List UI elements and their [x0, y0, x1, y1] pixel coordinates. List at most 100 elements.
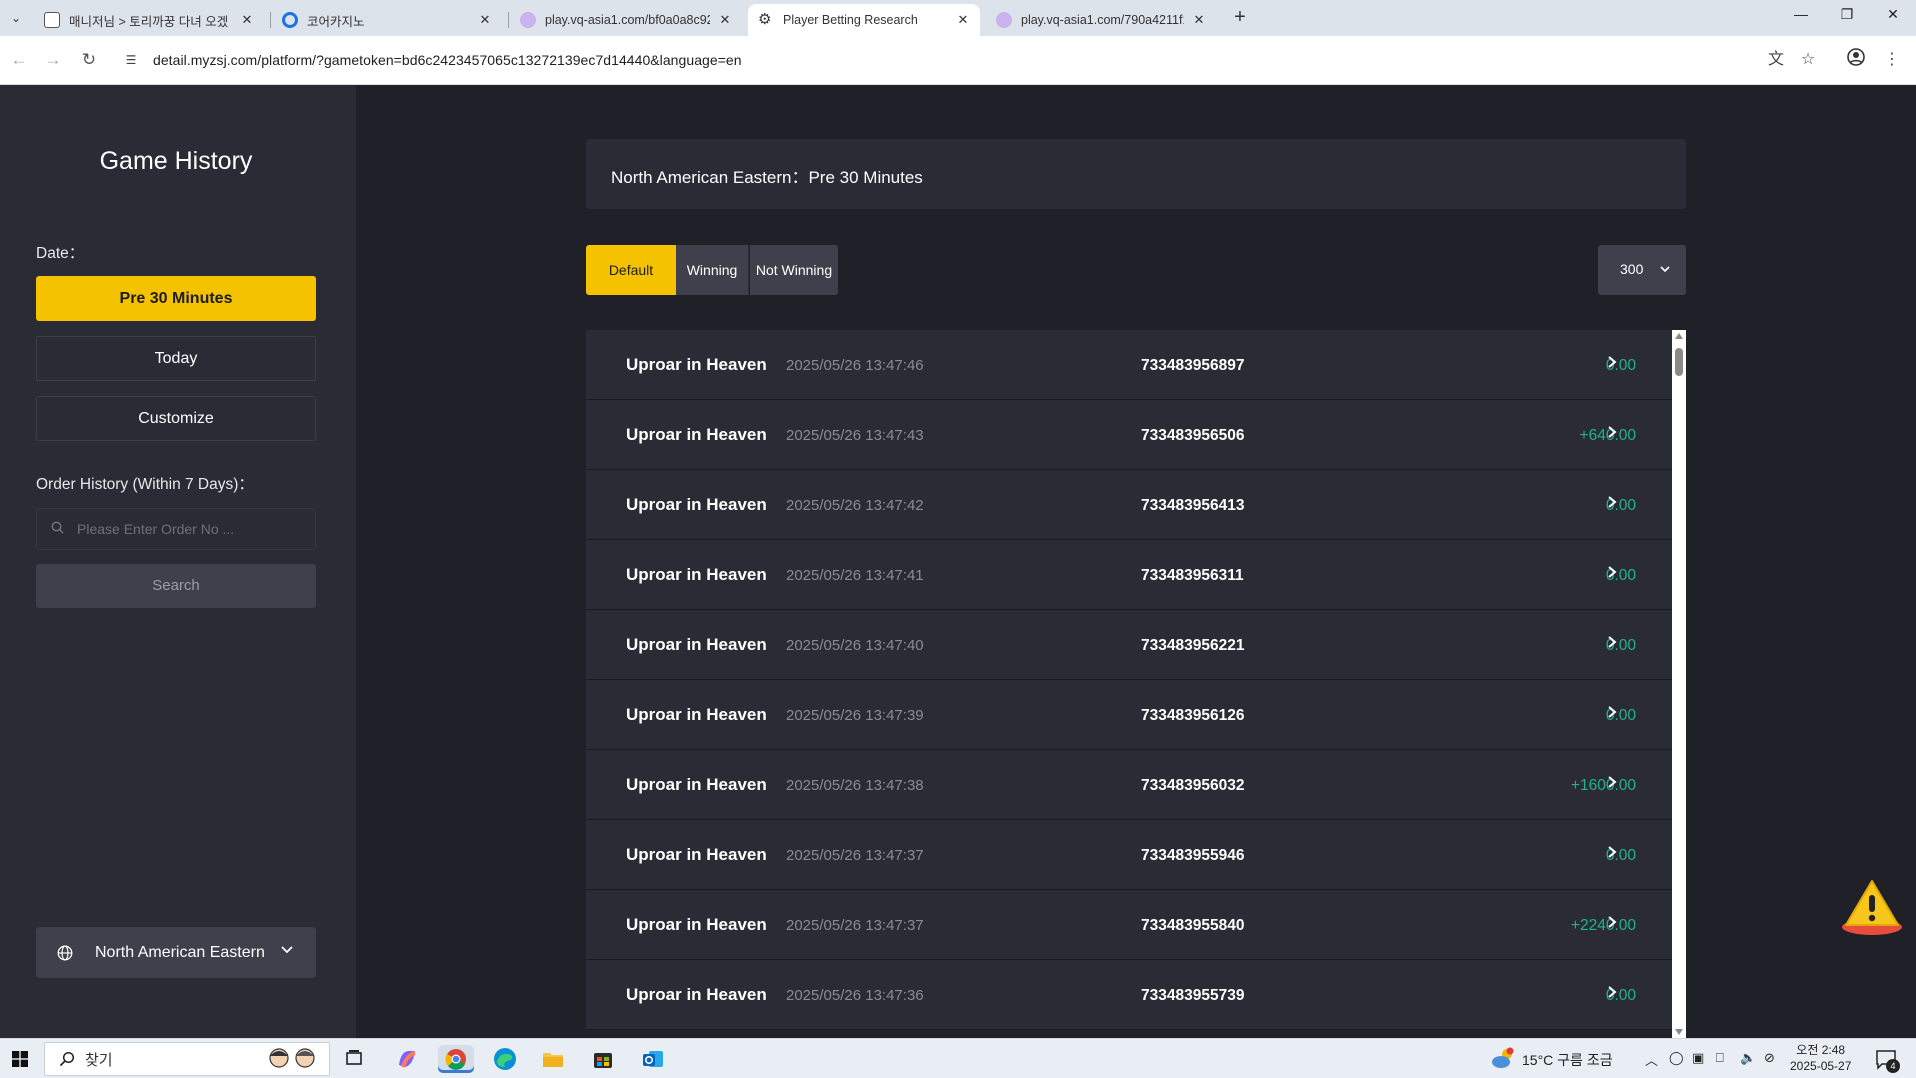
- warning-icon[interactable]: [1840, 875, 1904, 939]
- table-row[interactable]: Uproar in Heaven 2025/05/26 13:47:42 73348…: [586, 470, 1672, 540]
- win-amount: 0.00: [1605, 707, 1636, 724]
- order-number-input[interactable]: [77, 521, 297, 537]
- search-button[interactable]: Search: [36, 564, 316, 608]
- outlook-icon[interactable]: [639, 1045, 667, 1073]
- filter-tab-not-winning[interactable]: Not Winning: [750, 245, 838, 295]
- bet-time: 2025/05/26 13:47:39: [786, 707, 924, 724]
- show-hidden-icons-chevron-icon[interactable]: ︿: [1645, 1050, 1658, 1069]
- table-row[interactable]: Uproar in Heaven 2025/05/26 13:47:46 73348…: [586, 330, 1672, 400]
- browser-tab-1[interactable]: 매니저님 > 토리까꿍 다녀 오겠 ✕: [34, 4, 264, 36]
- tab-title: play.vq-asia1.com/790a4211f1: [1021, 13, 1184, 27]
- chrome-taskbar-icon[interactable]: [438, 1045, 474, 1073]
- table-row[interactable]: Uproar in Heaven 2025/05/26 13:47:36 73348…: [586, 960, 1672, 1030]
- weather-text[interactable]: 15°C 구름 조금: [1522, 1050, 1613, 1070]
- timezone-select[interactable]: North American Eastern: [36, 927, 316, 978]
- search-icon: [51, 521, 69, 537]
- windows-start-icon[interactable]: [12, 1051, 28, 1067]
- site-info-icon[interactable]: ☰: [122, 51, 140, 69]
- table-row[interactable]: Uproar in Heaven 2025/05/26 13:47:38 73348…: [586, 750, 1672, 820]
- table-row[interactable]: Uproar in Heaven 2025/05/26 13:47:43 73348…: [586, 400, 1672, 470]
- list-scrollbar[interactable]: [1672, 330, 1686, 1038]
- tray-status-icon[interactable]: ⊘: [1764, 1050, 1775, 1066]
- window-close-icon[interactable]: ✕: [1878, 6, 1908, 23]
- browser-tab-strip: ⌄ 매니저님 > 토리까꿍 다녀 오겠 ✕ 코어카지노 ✕ play.vq-as…: [0, 0, 1916, 36]
- date-option-customize[interactable]: Customize: [36, 396, 316, 441]
- notification-center-icon[interactable]: 4: [1874, 1047, 1900, 1073]
- filter-tab-winning[interactable]: Winning: [676, 245, 749, 295]
- bookmark-star-icon[interactable]: ☆: [1796, 48, 1820, 72]
- page-size-select[interactable]: 300: [1598, 245, 1686, 295]
- tab-title: Player Betting Research: [783, 13, 918, 27]
- close-tab-icon[interactable]: ✕: [240, 12, 254, 28]
- game-name: Uproar in Heaven: [626, 495, 767, 514]
- scrollbar-thumb[interactable]: [1675, 348, 1683, 376]
- tab-search-chevron-icon[interactable]: ⌄: [6, 8, 26, 28]
- search-icon: [59, 1051, 75, 1067]
- weather-cloud-icon[interactable]: [1490, 1047, 1516, 1071]
- address-bar[interactable]: detail.myzsj.com/platform/?gametoken=bd6…: [153, 52, 742, 68]
- task-view-icon[interactable]: [340, 1045, 368, 1073]
- chevron-right-icon[interactable]: [1606, 635, 1618, 649]
- browser-tab-2[interactable]: 코어카지노 ✕: [272, 4, 502, 36]
- copilot-icon[interactable]: [393, 1045, 421, 1073]
- chevron-right-icon[interactable]: [1606, 565, 1618, 579]
- table-row[interactable]: Uproar in Heaven 2025/05/26 13:47:37 73348…: [586, 890, 1672, 960]
- chevron-right-icon[interactable]: [1606, 845, 1618, 859]
- chevron-right-icon[interactable]: [1606, 495, 1618, 509]
- translate-icon[interactable]: 文: [1764, 48, 1788, 72]
- back-arrow-icon[interactable]: ←: [8, 49, 30, 71]
- chevron-right-icon[interactable]: [1606, 705, 1618, 719]
- close-tab-icon[interactable]: ✕: [478, 12, 492, 28]
- order-search-field[interactable]: [36, 508, 316, 550]
- close-tab-icon[interactable]: ✕: [956, 12, 970, 28]
- sidebar: Game History Date： Pre 30 Minutes Today …: [0, 85, 356, 1038]
- scroll-up-arrow-icon[interactable]: [1675, 333, 1683, 339]
- browser-tab-3[interactable]: play.vq-asia1.com/bf0a0a8c92 ✕: [510, 4, 742, 36]
- tray-monitor-icon[interactable]: ▣: [1692, 1050, 1704, 1066]
- date-label: Date：: [36, 245, 85, 262]
- browser-tab-4[interactable]: ⚙ Player Betting Research ✕: [748, 4, 980, 36]
- table-row[interactable]: Uproar in Heaven 2025/05/26 13:47:41 73348…: [586, 540, 1672, 610]
- chevron-right-icon[interactable]: [1606, 985, 1618, 999]
- close-tab-icon[interactable]: ✕: [1192, 12, 1206, 28]
- bet-record-list: Uproar in Heaven 2025/05/26 13:47:46 73348…: [586, 330, 1672, 1038]
- browser-tab-5[interactable]: play.vq-asia1.com/790a4211f1 ✕: [986, 4, 1216, 36]
- reload-icon[interactable]: ↻: [78, 49, 100, 71]
- tray-app-icon[interactable]: ◯: [1669, 1050, 1684, 1066]
- restore-icon[interactable]: ❐: [1832, 6, 1862, 23]
- network-icon[interactable]: ⎕: [1716, 1050, 1724, 1066]
- filter-tab-default[interactable]: Default: [586, 245, 676, 295]
- minimize-icon[interactable]: —: [1786, 6, 1816, 22]
- microsoft-store-icon[interactable]: [589, 1045, 617, 1073]
- scroll-down-arrow-icon[interactable]: [1675, 1029, 1683, 1035]
- profile-icon[interactable]: [1844, 48, 1868, 72]
- volume-icon[interactable]: 🔈: [1740, 1050, 1756, 1066]
- table-row[interactable]: Uproar in Heaven 2025/05/26 13:47:37 73348…: [586, 820, 1672, 890]
- tab-title: 매니저님 > 토리까꿍 다녀 오겠: [69, 14, 229, 29]
- tab-separator: [508, 12, 509, 28]
- table-row[interactable]: Uproar in Heaven 2025/05/26 13:47:39 73348…: [586, 680, 1672, 750]
- browser-menu-icon[interactable]: ⋮: [1880, 48, 1904, 72]
- win-amount: +2240.00: [1570, 917, 1636, 934]
- bet-time: 2025/05/26 13:47:36: [786, 987, 924, 1004]
- new-tab-button[interactable]: +: [1229, 6, 1251, 29]
- order-number: 733483956311: [1141, 567, 1244, 584]
- close-tab-icon[interactable]: ✕: [718, 12, 732, 28]
- table-row[interactable]: Uproar in Heaven 2025/05/26 13:47:40 73348…: [586, 610, 1672, 680]
- tab-title: 코어카지노: [307, 14, 365, 29]
- win-amount: +1600.00: [1570, 777, 1636, 794]
- taskbar-clock[interactable]: 오전 2:48 2025-05-27: [1790, 1042, 1851, 1074]
- win-amount: 0.00: [1605, 637, 1636, 654]
- game-name: Uproar in Heaven: [626, 985, 767, 1004]
- chevron-right-icon[interactable]: [1606, 915, 1618, 929]
- date-option-today[interactable]: Today: [36, 336, 316, 381]
- date-option-pre-30-minutes[interactable]: Pre 30 Minutes: [36, 276, 316, 321]
- game-name: Uproar in Heaven: [626, 915, 767, 934]
- chevron-right-icon[interactable]: [1606, 355, 1618, 369]
- edge-icon[interactable]: [491, 1045, 519, 1073]
- chevron-right-icon[interactable]: [1606, 775, 1618, 789]
- forward-arrow-icon[interactable]: →: [42, 49, 64, 71]
- file-explorer-icon[interactable]: [539, 1045, 567, 1073]
- taskbar-search-box[interactable]: 찾기: [44, 1042, 330, 1076]
- chevron-right-icon[interactable]: [1606, 425, 1618, 439]
